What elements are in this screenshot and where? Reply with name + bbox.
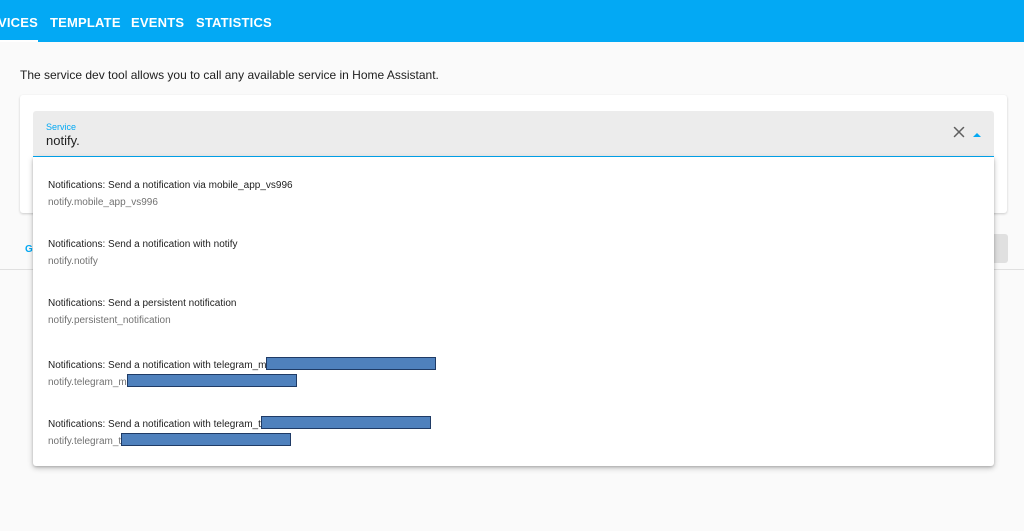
option-service-id: notify.persistent_notification [48, 315, 171, 326]
top-app-bar: VICES TEMPLATE EVENTS STATISTICS [0, 0, 1024, 42]
option-title-row: Notifications: Send a notification with … [48, 416, 431, 430]
tab-statistics[interactable]: STATISTICS [196, 15, 272, 30]
list-item[interactable]: Notifications: Send a notification via m… [33, 157, 994, 216]
tab-template[interactable]: TEMPLATE [50, 15, 121, 30]
option-service-id: notify.telegram_t [48, 436, 122, 447]
active-tab-indicator [0, 40, 38, 42]
option-title: Notifications: Send a notification with … [48, 239, 238, 250]
partially-hidden-button[interactable] [992, 234, 1008, 263]
service-input[interactable] [46, 133, 926, 148]
service-dropdown-list: Notifications: Send a notification via m… [33, 157, 994, 466]
option-service-id-row: notify.telegram_t [48, 433, 292, 447]
list-item[interactable]: Notifications: Send a persistent notific… [33, 275, 994, 334]
redaction-block [260, 416, 431, 429]
tab-services[interactable]: VICES [0, 15, 38, 30]
option-service-id: notify.telegram_m [48, 377, 127, 388]
option-title: Notifications: Send a notification via m… [48, 180, 293, 191]
option-title: Notifications: Send a persistent notific… [48, 298, 237, 309]
page-description: The service dev tool allows you to call … [20, 68, 439, 82]
tab-events[interactable]: EVENTS [131, 15, 184, 30]
service-field-label: Service [46, 122, 77, 132]
redaction-block [266, 357, 437, 370]
caret-up-icon[interactable] [972, 127, 982, 137]
option-title-row: Notifications: Send a notification with … [48, 357, 437, 371]
list-item[interactable]: Notifications: Send a notification with … [33, 393, 994, 452]
partially-hidden-label: G [25, 244, 33, 255]
list-item[interactable]: Notifications: Send a notification with … [33, 216, 994, 275]
option-service-id: notify.notify [48, 256, 98, 267]
list-item[interactable]: Notifications: Send a notification with … [33, 334, 994, 393]
redaction-block [121, 433, 292, 446]
option-service-id-row: notify.telegram_m [48, 374, 297, 388]
close-icon[interactable] [951, 124, 967, 140]
redaction-block [126, 374, 297, 387]
option-service-id: notify.mobile_app_vs996 [48, 197, 158, 208]
option-title: Notifications: Send a notification with … [48, 419, 261, 430]
option-title: Notifications: Send a notification with … [48, 360, 267, 371]
service-combobox[interactable]: Service [33, 111, 994, 157]
